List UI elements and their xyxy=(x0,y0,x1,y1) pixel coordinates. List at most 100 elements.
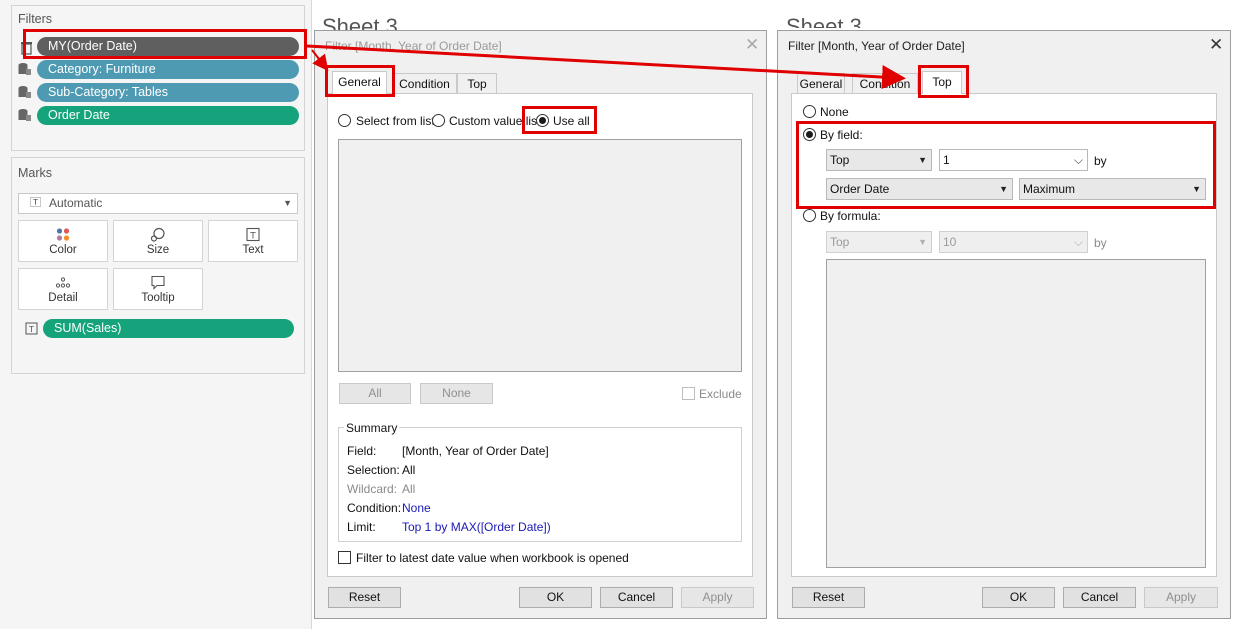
marks-text-label: Text xyxy=(242,244,264,256)
marks-card: Marks xyxy=(11,157,305,374)
custom-value-list-label[interactable]: Custom value list xyxy=(449,114,540,128)
size-icon xyxy=(150,227,165,242)
marks-size-label: Size xyxy=(146,244,170,256)
tab-condition[interactable]: Condition xyxy=(392,73,457,94)
top-field-select[interactable]: Order Date ▼ xyxy=(826,178,1013,200)
tab-general[interactable]: General xyxy=(332,71,387,94)
filter-pill-my-order-date[interactable]: MY(Order Date) xyxy=(37,37,299,56)
ok-button[interactable]: OK xyxy=(982,587,1055,608)
filter-trash-icon[interactable] xyxy=(20,41,33,55)
mark-type-value: Automatic xyxy=(49,196,103,210)
all-button[interactable]: All xyxy=(339,383,411,404)
summary-wildcard-label: Wildcard: xyxy=(347,482,398,496)
summary-limit-value: Top 1 by MAX([Order Date]) xyxy=(402,520,551,534)
formula-by-label: by xyxy=(1094,236,1107,250)
none-label[interactable]: None xyxy=(820,105,849,119)
chevron-down-icon: ▼ xyxy=(283,198,292,208)
apply-button[interactable]: Apply xyxy=(1144,587,1218,608)
marks-field-pill-sum-sales[interactable]: SUM(Sales) xyxy=(43,319,294,338)
none-button[interactable]: None xyxy=(420,383,493,404)
formula-direction-select[interactable]: Top ▼ xyxy=(826,231,932,253)
top-aggregation-select[interactable]: Maximum ▼ xyxy=(1019,178,1206,200)
top-aggregation-value: Maximum xyxy=(1023,182,1076,196)
reset-button[interactable]: Reset xyxy=(792,587,865,608)
summary-condition-label: Condition: xyxy=(347,501,402,515)
top-count-combo[interactable]: 1 ⌵ xyxy=(939,149,1088,171)
color-dots-icon xyxy=(56,228,70,241)
by-formula-label[interactable]: By formula: xyxy=(820,209,881,223)
marks-size-button[interactable]: Size xyxy=(113,220,203,262)
marks-detail-button[interactable]: Detail xyxy=(18,268,108,310)
marks-tooltip-label: Tooltip xyxy=(141,292,175,304)
values-listbox[interactable] xyxy=(338,139,742,372)
formula-count-combo[interactable]: 10 ⌵ xyxy=(939,231,1088,253)
chevron-down-icon: ⌵ xyxy=(1073,235,1083,249)
exclude-checkbox[interactable] xyxy=(682,387,695,400)
none-radio[interactable] xyxy=(803,105,816,118)
dropdown-arrow-icon: ▼ xyxy=(1192,184,1201,194)
apply-button[interactable]: Apply xyxy=(681,587,754,608)
by-label: by xyxy=(1094,154,1107,168)
tab-condition[interactable]: Condition xyxy=(852,73,918,94)
formula-editor-area[interactable] xyxy=(826,259,1206,568)
tooltip-icon xyxy=(151,275,165,290)
summary-selection-value: All xyxy=(402,463,416,477)
close-icon[interactable]: ✕ xyxy=(745,36,759,53)
database-icon xyxy=(18,63,31,75)
dropdown-arrow-icon: ▼ xyxy=(918,155,927,165)
filter-pill-sub-category[interactable]: Sub-Category: Tables xyxy=(37,83,299,102)
tab-general[interactable]: General xyxy=(797,73,845,94)
summary-condition-value: None xyxy=(402,501,431,515)
summary-field-label: Field: xyxy=(347,444,377,458)
text-mark-icon: 🅃 xyxy=(30,197,41,209)
filter-pill-order-date[interactable]: Order Date xyxy=(37,106,299,125)
text-icon: T xyxy=(246,227,260,242)
formula-count-value: 10 xyxy=(943,235,957,249)
tab-top[interactable]: Top xyxy=(922,71,962,94)
detail-icon xyxy=(55,277,71,288)
sheet-title-right: Sheet 3 xyxy=(786,14,862,28)
top-direction-value: Top xyxy=(830,153,850,167)
custom-value-list-radio[interactable] xyxy=(432,114,445,127)
chevron-down-icon: ⌵ xyxy=(1073,153,1083,167)
latest-date-label[interactable]: Filter to latest date value when workboo… xyxy=(356,551,629,565)
close-icon[interactable]: ✕ xyxy=(1209,36,1223,53)
marks-text-button[interactable]: T Text xyxy=(208,220,298,262)
database-icon xyxy=(18,86,31,98)
marks-tooltip-button[interactable]: Tooltip xyxy=(113,268,203,310)
marks-detail-label: Detail xyxy=(48,292,78,304)
cancel-button[interactable]: Cancel xyxy=(1063,587,1136,608)
by-field-radio[interactable] xyxy=(803,128,816,141)
by-formula-radio[interactable] xyxy=(803,209,816,222)
summary-title: Summary xyxy=(344,421,400,435)
marks-color-label: Color xyxy=(49,244,77,256)
dialog-title: Filter [Month, Year of Order Date] xyxy=(788,39,965,53)
use-all-label[interactable]: Use all xyxy=(553,114,590,128)
formula-direction-value: Top xyxy=(830,235,850,249)
mark-type-dropdown[interactable]: 🅃 Automatic ▼ xyxy=(18,193,298,214)
reset-button[interactable]: Reset xyxy=(328,587,401,608)
exclude-label[interactable]: Exclude xyxy=(699,387,742,401)
text-field-icon: T xyxy=(25,322,38,335)
summary-wildcard-value: All xyxy=(402,482,416,496)
latest-date-checkbox[interactable] xyxy=(338,551,351,564)
filters-title: Filters xyxy=(18,12,53,26)
marks-color-button[interactable]: Color xyxy=(18,220,108,262)
cancel-button[interactable]: Cancel xyxy=(600,587,673,608)
use-all-radio[interactable] xyxy=(536,114,549,127)
tab-top[interactable]: Top xyxy=(457,73,497,94)
ok-button[interactable]: OK xyxy=(519,587,592,608)
dropdown-arrow-icon: ▼ xyxy=(999,184,1008,194)
top-direction-select[interactable]: Top ▼ xyxy=(826,149,932,171)
summary-field-value: [Month, Year of Order Date] xyxy=(402,444,549,458)
dialog-title: Filter [Month, Year of Order Date] xyxy=(325,39,502,53)
marks-title: Marks xyxy=(18,166,53,180)
database-icon xyxy=(18,109,31,121)
select-from-list-radio[interactable] xyxy=(338,114,351,127)
by-field-label[interactable]: By field: xyxy=(820,128,863,142)
dropdown-arrow-icon: ▼ xyxy=(918,237,927,247)
select-from-list-label[interactable]: Select from list xyxy=(356,114,435,128)
summary-selection-label: Selection: xyxy=(347,463,400,477)
top-count-value: 1 xyxy=(943,153,950,167)
filter-pill-category[interactable]: Category: Furniture xyxy=(37,60,299,79)
